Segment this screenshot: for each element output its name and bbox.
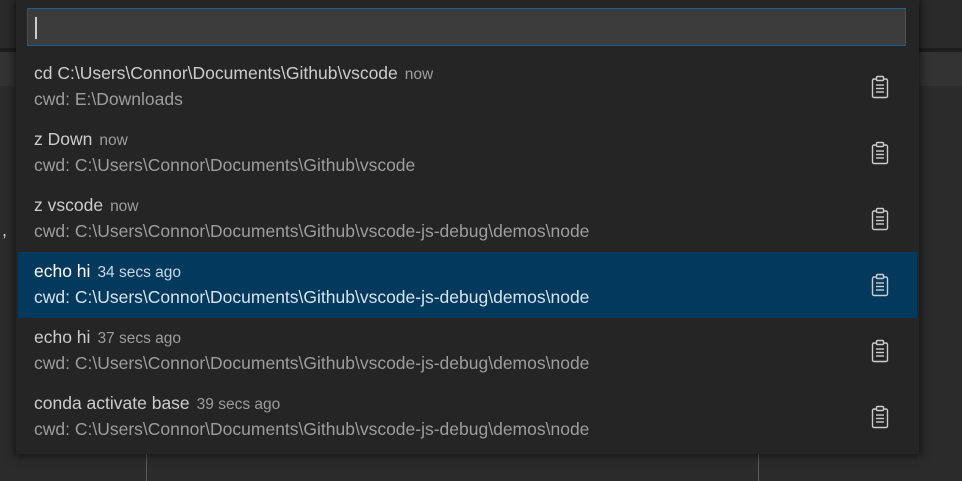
command-cwd: cwd: E:\Downloads [34,89,183,109]
list-item[interactable]: echo hi 34 secs ago cwd: C:\Users\Connor\D… [18,252,917,318]
list-item-header: echo hi 34 secs ago [34,259,917,283]
command-label: cd C:\Users\Connor\Documents\Github\vsco… [34,63,398,83]
command-time: now [99,132,128,149]
command-label: conda activate base [34,393,190,413]
clipboard-icon[interactable] [867,140,893,166]
list-item[interactable]: conda activate base 39 secs ago cwd: C:\Us… [18,384,917,450]
list-item-header: echo hi 37 secs ago [34,325,917,349]
clipboard-icon[interactable] [867,272,893,298]
clipboard-icon[interactable] [867,338,893,364]
quick-pick-input[interactable] [28,9,905,45]
editor-text-fragment: , [2,220,8,240]
list-item[interactable]: z Down now cwd: C:\Users\Connor\Documents\… [18,120,917,186]
list-item-header: cd C:\Users\Connor\Documents\Github\vsco… [34,61,917,85]
command-time: 34 secs ago [97,264,182,281]
clipboard-icon[interactable] [867,404,893,430]
quick-pick-input-box[interactable] [27,8,906,46]
clipboard-icon[interactable] [867,206,893,232]
command-time: 37 secs ago [97,330,182,347]
command-label: z vscode [34,195,104,215]
list-item[interactable]: echo hi 37 secs ago cwd: C:\Users\Connor\D… [18,318,917,384]
command-cwd: cwd: C:\Users\Connor\Documents\Github\vs… [34,419,590,439]
command-label: echo hi [34,261,91,281]
list-item-header: conda activate base 39 secs ago [34,391,917,415]
command-cwd: cwd: C:\Users\Connor\Documents\Github\vs… [34,353,590,373]
list-item-header: z vscode now [34,193,917,217]
command-time: now [404,66,434,83]
clipboard-icon[interactable] [867,74,893,100]
terminal-history-quick-pick: cd C:\Users\Connor\Documents\Github\vsco… [16,0,919,454]
command-time: 39 secs ago [196,396,281,413]
panel-divider-right [758,452,759,481]
panel-divider-left [146,452,147,481]
command-label: z Down [34,129,93,149]
list-item[interactable]: cd C:\Users\Connor\Documents\Github\vsco… [18,54,917,120]
command-cwd: cwd: C:\Users\Connor\Documents\Github\vs… [34,155,416,175]
command-label: echo hi [34,327,91,347]
command-cwd: cwd: C:\Users\Connor\Documents\Github\vs… [34,287,590,307]
text-caret [35,17,37,39]
command-time: now [110,198,139,215]
list-item[interactable]: z vscode now cwd: C:\Users\Connor\Document… [18,186,917,252]
list-item-header: z Down now [34,127,917,151]
command-cwd: cwd: C:\Users\Connor\Documents\Github\vs… [34,221,590,241]
quick-pick-list: cd C:\Users\Connor\Documents\Github\vsco… [18,54,917,450]
